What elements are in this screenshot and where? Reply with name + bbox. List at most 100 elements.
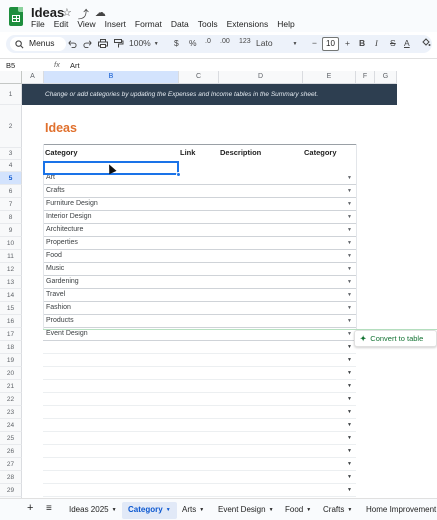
row-header-14[interactable]: 14	[0, 289, 22, 302]
row-header-17[interactable]: 17	[0, 328, 22, 341]
cell-grid[interactable]: Change or add categories by updating the…	[22, 84, 437, 498]
add-sheet-button[interactable]: +	[27, 502, 33, 514]
row-header-13[interactable]: 13	[0, 276, 22, 289]
row-header-21[interactable]: 21	[0, 380, 22, 393]
dropdown-chevron-icon[interactable]: ▼	[347, 409, 352, 415]
row-header-6[interactable]: 6	[0, 185, 22, 198]
row-header-7[interactable]: 7	[0, 198, 22, 211]
dropdown-chevron-icon[interactable]: ▼	[347, 305, 352, 311]
dropdown-chevron-icon[interactable]: ▼	[347, 214, 352, 220]
increase-decimal-button[interactable]: .00	[220, 38, 230, 45]
category-cell[interactable]: Furniture Design	[46, 200, 98, 207]
row-header-4[interactable]: 4	[0, 160, 22, 172]
print-icon[interactable]	[98, 39, 108, 48]
row-header-20[interactable]: 20	[0, 367, 22, 380]
dropdown-chevron-icon[interactable]: ▼	[347, 331, 352, 337]
document-title[interactable]: Ideas	[31, 5, 64, 20]
dropdown-chevron-icon[interactable]: ▼	[347, 253, 352, 259]
number-format-button[interactable]: 123	[239, 38, 251, 45]
row-header-10[interactable]: 10	[0, 237, 22, 250]
dropdown-chevron-icon[interactable]: ▼	[347, 266, 352, 272]
increase-font-size-button[interactable]: +	[345, 38, 350, 48]
fill-color-icon[interactable]	[422, 38, 431, 48]
category-cell[interactable]: Art	[46, 174, 55, 181]
dropdown-chevron-icon[interactable]: ▼	[347, 383, 352, 389]
dropdown-chevron-icon[interactable]: ▼	[347, 448, 352, 454]
category-cell[interactable]: Music	[46, 265, 64, 272]
row-header-3[interactable]: 3	[0, 148, 22, 160]
row-header-8[interactable]: 8	[0, 211, 22, 224]
column-header-f[interactable]: F	[356, 71, 375, 84]
row-header-12[interactable]: 12	[0, 263, 22, 276]
paint-format-icon[interactable]	[114, 39, 124, 48]
convert-to-table-button[interactable]: ✦ Convert to table	[354, 330, 437, 347]
dropdown-chevron-icon[interactable]: ▼	[347, 461, 352, 467]
row-header-15[interactable]: 15	[0, 302, 22, 315]
row-header-11[interactable]: 11	[0, 250, 22, 263]
category-cell[interactable]: Architecture	[46, 226, 83, 233]
category-cell[interactable]: Travel	[46, 291, 65, 298]
text-color-button[interactable]: A	[404, 38, 410, 48]
dropdown-chevron-icon[interactable]: ▼	[347, 188, 352, 194]
name-box[interactable]: B5	[6, 61, 15, 70]
category-cell[interactable]: Products	[46, 317, 74, 324]
font-select[interactable]: Lato ▼	[256, 38, 298, 48]
row-header-23[interactable]: 23	[0, 406, 22, 419]
dropdown-chevron-icon[interactable]: ▼	[347, 396, 352, 402]
row-header-5[interactable]: 5	[0, 172, 22, 185]
row-header-24[interactable]: 24	[0, 419, 22, 432]
row-header-2[interactable]: 2	[0, 105, 22, 148]
menu-format[interactable]: Format	[135, 19, 162, 29]
dropdown-chevron-icon[interactable]: ▼	[347, 240, 352, 246]
tab-food[interactable]: Food ▼	[285, 505, 311, 514]
tab-category[interactable]: Category ▼	[122, 502, 177, 519]
menu-data[interactable]: Data	[171, 19, 189, 29]
row-header-28[interactable]: 28	[0, 471, 22, 484]
category-cell[interactable]: Gardening	[46, 278, 79, 285]
dropdown-chevron-icon[interactable]: ▼	[347, 175, 352, 181]
tab-crafts[interactable]: Crafts ▼	[323, 505, 352, 514]
all-sheets-button[interactable]: ≡	[46, 503, 52, 514]
dropdown-chevron-icon[interactable]: ▼	[347, 435, 352, 441]
category-cell[interactable]: Crafts	[46, 187, 65, 194]
tab-ideas-2025[interactable]: Ideas 2025 ▼	[69, 505, 117, 514]
column-header-b[interactable]: B	[44, 71, 179, 84]
dropdown-chevron-icon[interactable]: ▼	[347, 370, 352, 376]
category-cell[interactable]: Fashion	[46, 304, 71, 311]
menu-insert[interactable]: Insert	[105, 19, 126, 29]
row-header-26[interactable]: 26	[0, 445, 22, 458]
menu-view[interactable]: View	[77, 19, 95, 29]
percent-format-button[interactable]: %	[189, 38, 197, 48]
row-header-27[interactable]: 27	[0, 458, 22, 471]
tab-event-design[interactable]: Event Design ▼	[218, 505, 274, 514]
dropdown-chevron-icon[interactable]: ▼	[347, 279, 352, 285]
row-header-16[interactable]: 16	[0, 315, 22, 328]
menu-file[interactable]: File	[31, 19, 45, 29]
dropdown-chevron-icon[interactable]: ▼	[347, 292, 352, 298]
dropdown-chevron-icon[interactable]: ▼	[347, 357, 352, 363]
dropdown-chevron-icon[interactable]: ▼	[347, 422, 352, 428]
menu-extensions[interactable]: Extensions	[227, 19, 269, 29]
row-header-25[interactable]: 25	[0, 432, 22, 445]
category-cell[interactable]: Food	[46, 252, 62, 259]
select-all-corner[interactable]	[0, 71, 22, 84]
dropdown-chevron-icon[interactable]: ▼	[347, 474, 352, 480]
row-header-22[interactable]: 22	[0, 393, 22, 406]
column-header-c[interactable]: C	[179, 71, 219, 84]
category-cell[interactable]: Properties	[46, 239, 78, 246]
search-menus-button[interactable]: Menus	[10, 37, 66, 51]
row-header-9[interactable]: 9	[0, 224, 22, 237]
zoom-select[interactable]: 100% ▼	[129, 38, 159, 48]
menu-tools[interactable]: Tools	[198, 19, 218, 29]
tab-arts[interactable]: Arts ▼	[182, 505, 204, 514]
tab-home-improvement[interactable]: Home Improvement	[366, 505, 436, 514]
undo-icon[interactable]	[68, 39, 77, 48]
currency-format-button[interactable]: $	[174, 38, 179, 48]
redo-icon[interactable]	[83, 39, 92, 48]
dropdown-chevron-icon[interactable]: ▼	[347, 318, 352, 324]
dropdown-chevron-icon[interactable]: ▼	[347, 201, 352, 207]
dropdown-chevron-icon[interactable]: ▼	[347, 487, 352, 493]
column-header-g[interactable]: G	[375, 71, 397, 84]
row-header-19[interactable]: 19	[0, 354, 22, 367]
menu-edit[interactable]: Edit	[54, 19, 69, 29]
